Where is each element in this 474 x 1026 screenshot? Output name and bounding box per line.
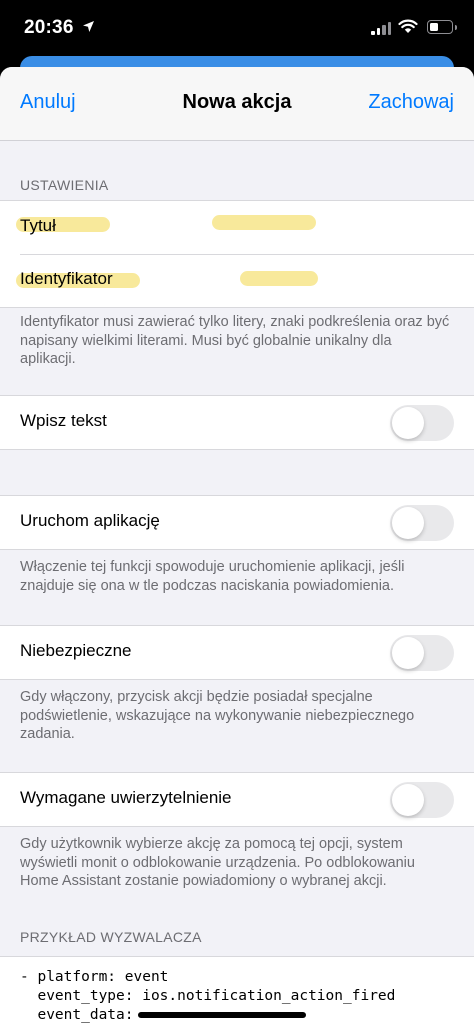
launch-app-toggle[interactable] — [390, 505, 454, 541]
status-time: 20:36 — [24, 17, 74, 38]
title-row[interactable]: Tytuł — [0, 201, 474, 254]
text-input-label: Wpisz tekst — [20, 411, 107, 430]
settings-section-header: USTAWIENIA — [20, 177, 109, 193]
destructive-label: Niebezpieczne — [20, 641, 132, 660]
battery-icon — [427, 20, 457, 34]
new-action-sheet: Anuluj Nowa akcja Zachowaj USTAWIENIA Ty… — [0, 67, 474, 1026]
launch-app-row: Uruchom aplikację — [0, 496, 474, 549]
wifi-icon — [398, 19, 418, 33]
toggle-knob — [392, 407, 424, 439]
text-input-group: Wpisz tekst — [0, 395, 474, 450]
trigger-example-header: PRZYKŁAD WYZWALACZA — [20, 929, 202, 945]
redaction-bar — [137, 1012, 306, 1018]
launch-app-footer: Włączenie tej funkcji spowoduje uruchomi… — [20, 559, 405, 594]
auth-required-group: Wymagane uwierzytelnienie — [0, 772, 474, 827]
save-button[interactable]: Zachowaj — [368, 91, 454, 114]
destructive-toggle[interactable] — [390, 635, 454, 671]
redaction-highlight — [212, 215, 316, 230]
cellular-signal-icon — [371, 22, 391, 35]
auth-required-footer: Gdy użytkownik wybierze akcję za pomocą … — [20, 836, 415, 889]
title-label: Tytuł — [20, 216, 56, 235]
code-line: event_data: — [20, 1006, 454, 1025]
text-input-row: Wpisz tekst — [0, 396, 474, 449]
text-input-toggle[interactable] — [390, 405, 454, 441]
auth-required-toggle[interactable] — [390, 782, 454, 818]
identifier-label: Identyfikator — [20, 269, 113, 288]
toggle-knob — [392, 784, 424, 816]
code-line: - platform: event — [20, 969, 169, 985]
identifier-footer: Identyfikator musi zawierać tylko litery… — [20, 314, 450, 367]
code-line-text: event_data: — [20, 1007, 134, 1023]
auth-required-row: Wymagane uwierzytelnienie — [0, 773, 474, 826]
destructive-footer: Gdy włączony, przycisk akcji będzie posi… — [20, 689, 415, 742]
identifier-row[interactable]: Identyfikator — [0, 254, 474, 307]
location-arrow-icon — [83, 21, 94, 32]
redaction-highlight — [240, 271, 318, 286]
trigger-example-code: - platform: event event_type: ios.notifi… — [0, 956, 474, 1026]
navigation-bar: Anuluj Nowa akcja Zachowaj — [0, 67, 474, 141]
destructive-group: Niebezpieczne — [0, 625, 474, 680]
destructive-row: Niebezpieczne — [0, 626, 474, 679]
auth-required-label: Wymagane uwierzytelnienie — [20, 788, 232, 807]
toggle-knob — [392, 507, 424, 539]
toggle-knob — [392, 637, 424, 669]
status-bar: 20:36 — [0, 0, 474, 58]
code-line: event_type: ios.notification_action_fire… — [20, 988, 396, 1004]
launch-app-group: Uruchom aplikację — [0, 495, 474, 550]
settings-group: Tytuł Identyfikator — [0, 200, 474, 308]
launch-app-label: Uruchom aplikację — [20, 511, 160, 530]
